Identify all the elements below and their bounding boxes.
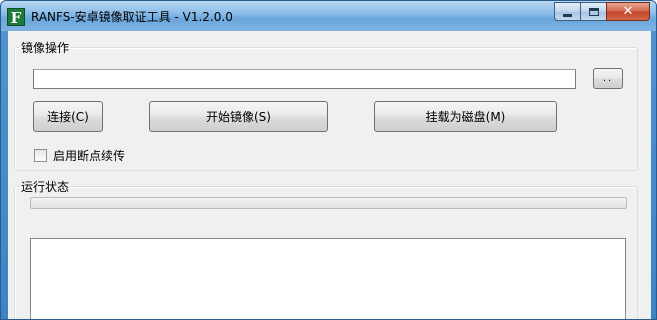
- start-image-button[interactable]: 开始镜像(S): [149, 101, 328, 132]
- resume-checkbox-label[interactable]: 启用断点续传: [53, 147, 125, 164]
- image-operation-legend: 镜像操作: [21, 41, 70, 55]
- run-status-legend: 运行状态: [21, 180, 70, 194]
- close-icon: ✕: [622, 4, 634, 19]
- maximize-button[interactable]: [580, 2, 606, 21]
- maximize-icon: [588, 7, 599, 16]
- client-area: 镜像操作 .. 连接(C) 开始镜像(S) 挂载为磁盘(M) 启用断点续传 运行…: [8, 31, 651, 319]
- close-button[interactable]: ✕: [606, 2, 650, 21]
- resume-checkbox-row[interactable]: 启用断点续传: [34, 147, 125, 164]
- window-title: RANFS-安卓镜像取证工具 - V1.2.0.0: [31, 10, 233, 24]
- minimize-icon: [563, 13, 572, 17]
- caption-buttons: ✕: [554, 2, 650, 21]
- connect-button[interactable]: 连接(C): [33, 101, 103, 132]
- minimize-button[interactable]: [554, 2, 580, 21]
- app-window: F RANFS-安卓镜像取证工具 - V1.2.0.0 ✕ 镜像操作 .. 连接…: [0, 0, 657, 320]
- title-bar[interactable]: F RANFS-安卓镜像取证工具 - V1.2.0.0 ✕: [1, 1, 656, 31]
- app-logo-icon: F: [7, 8, 25, 27]
- browse-button[interactable]: ..: [593, 68, 623, 89]
- progress-bar: [30, 197, 627, 209]
- status-log-textarea[interactable]: [30, 238, 626, 319]
- resume-checkbox[interactable]: [34, 149, 47, 162]
- image-path-input[interactable]: [33, 69, 576, 89]
- mount-disk-button[interactable]: 挂载为磁盘(M): [374, 101, 557, 132]
